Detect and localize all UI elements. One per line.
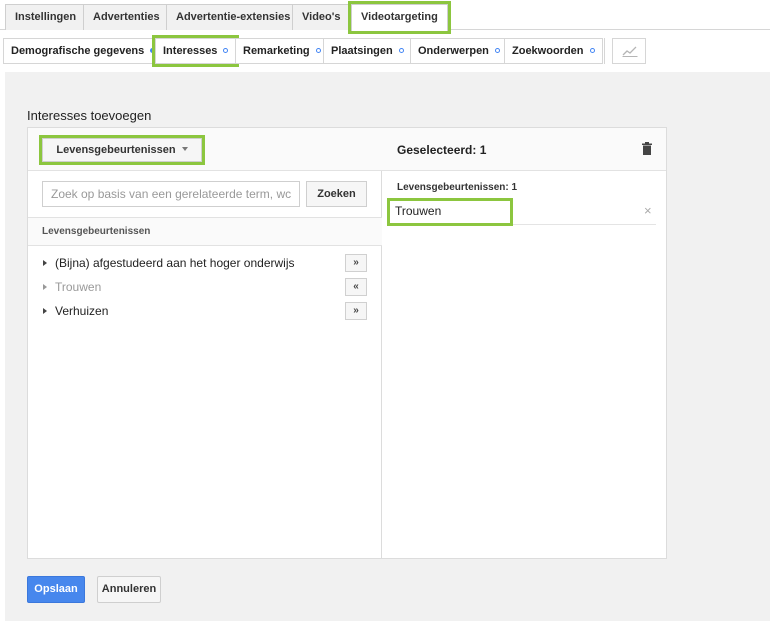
cancel-button[interactable]: Annuleren: [97, 576, 161, 603]
available-pane-header: Levensgebeurtenissen: [28, 128, 382, 171]
subtab-onderwerpen[interactable]: Onderwerpen: [410, 38, 508, 64]
tab-advertenties[interactable]: Advertenties: [83, 4, 170, 30]
selected-item-row: Trouwen ×: [387, 198, 656, 226]
list-item-label: (Bijna) afgestudeerd aan het hoger onder…: [55, 256, 295, 270]
status-dot-icon: [315, 48, 321, 53]
tab-instellingen[interactable]: Instellingen: [5, 4, 87, 30]
list-header: Levensgebeurtenissen: [28, 217, 382, 246]
status-dot-icon: [398, 48, 404, 53]
subtab-label: Onderwerpen: [418, 45, 489, 57]
subtab-remarketing[interactable]: Remarketing: [235, 38, 329, 64]
save-button[interactable]: Opslaan: [27, 576, 85, 603]
divider: [604, 38, 605, 64]
list-item[interactable]: (Bijna) afgestudeerd aan het hoger onder…: [28, 252, 382, 276]
list-item[interactable]: Verhuizen »: [28, 300, 382, 324]
selected-pane-header: Geselecteerd: 1: [382, 128, 666, 171]
sub-tab-bar: Demografische gegevens Interesses Remark…: [0, 35, 770, 67]
expand-arrow-icon[interactable]: [43, 284, 47, 290]
subtab-label: Demografische gegevens: [11, 45, 145, 57]
add-item-button[interactable]: »: [345, 254, 367, 272]
subtab-label: Plaatsingen: [331, 45, 393, 57]
selected-item-label: Trouwen: [387, 198, 513, 226]
status-dot-icon: [589, 48, 595, 53]
expand-arrow-icon[interactable]: [43, 260, 47, 266]
add-item-button[interactable]: »: [345, 302, 367, 320]
subtab-interesses[interactable]: Interesses: [151, 35, 240, 67]
tab-videotargeting[interactable]: Videotargeting: [348, 1, 451, 34]
main-panel: Interesses toevoegen Levensgebeurtenisse…: [5, 72, 770, 621]
subtab-plaatsingen[interactable]: Plaatsingen: [323, 38, 412, 64]
status-dot-icon: [223, 48, 229, 53]
selected-pane: Geselecteerd: 1 Levensgebeurtenissen: 1 …: [382, 128, 666, 558]
list-item-label: Verhuizen: [55, 304, 109, 318]
subtab-label: Zoekwoorden: [512, 45, 584, 57]
subtab-label: Remarketing: [243, 45, 310, 57]
list-item-label: Trouwen: [55, 280, 102, 294]
tab-advertentie-extensies[interactable]: Advertentie-extensies: [166, 4, 301, 30]
subtab-demografische-gegevens[interactable]: Demografische gegevens: [3, 38, 164, 64]
list-item[interactable]: Trouwen «: [28, 276, 382, 300]
selected-group-label: Levensgebeurtenissen: 1: [397, 182, 518, 193]
remove-item-button[interactable]: «: [345, 278, 367, 296]
subtab-zoekwoorden[interactable]: Zoekwoorden: [504, 38, 603, 64]
page-title: Interesses toevoegen: [27, 108, 152, 123]
interest-picker: Levensgebeurtenissen Zoeken Levensgebeur…: [27, 127, 667, 559]
subtab-label: Interesses: [163, 45, 218, 57]
search-button[interactable]: Zoeken: [306, 181, 367, 207]
tab-videos[interactable]: Video's: [292, 4, 351, 30]
top-tab-bar: Instellingen Advertenties Advertentie-ex…: [0, 0, 770, 34]
available-pane: Levensgebeurtenissen Zoeken Levensgebeur…: [28, 128, 382, 558]
search-input[interactable]: [42, 181, 300, 207]
expand-arrow-icon[interactable]: [43, 308, 47, 314]
category-dropdown[interactable]: Levensgebeurtenissen: [39, 135, 205, 165]
selected-count-title: Geselecteerd: 1: [397, 143, 487, 157]
category-dropdown-label: Levensgebeurtenissen: [56, 144, 176, 156]
trash-icon[interactable]: [642, 142, 652, 155]
line-chart-icon: [622, 46, 638, 57]
close-icon[interactable]: ×: [644, 204, 652, 218]
chevron-down-icon: [181, 147, 188, 151]
status-dot-icon: [494, 48, 500, 53]
chart-toggle-button[interactable]: [612, 38, 646, 64]
